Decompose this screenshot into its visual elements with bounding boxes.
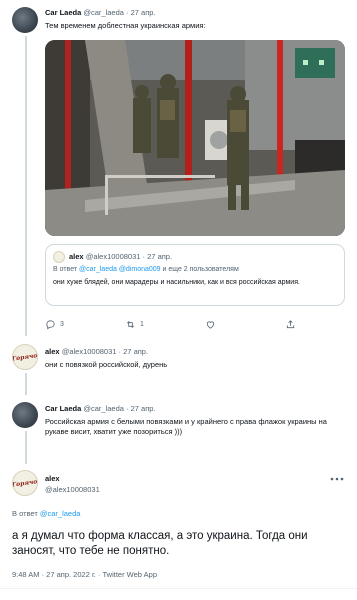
thread-line	[25, 36, 27, 336]
thread-line	[25, 373, 27, 395]
tweet-photo[interactable]	[45, 40, 345, 236]
author-name[interactable]: alex	[45, 347, 60, 356]
avatar[interactable]	[12, 7, 38, 33]
quote-header: alex @alex10008031 · 27 апр.	[69, 252, 172, 261]
tweet-header: Car Laeda @car_laeda · 27 апр.	[45, 404, 156, 413]
quote-avatar	[53, 251, 65, 263]
dot-separator: ·	[118, 347, 122, 356]
thread-line	[25, 431, 27, 464]
quoted-tweet[interactable]: alex @alex10008031 · 27 апр. В ответ @ca…	[45, 244, 345, 306]
retweet-count: 1	[140, 320, 144, 328]
divider	[0, 588, 357, 589]
like-button[interactable]	[205, 318, 216, 330]
author-handle[interactable]: @alex10008031	[45, 485, 100, 494]
tweet-timestamp[interactable]: 9:48 AM · 27 апр. 2022 г. · Twitter Web …	[12, 570, 157, 579]
avatar-logo-text: Горячо	[12, 351, 38, 363]
quote-date: 27 апр.	[147, 252, 173, 261]
reply-context: В ответ @car_laeda	[12, 509, 80, 518]
retweet-button[interactable]: 1	[125, 318, 144, 330]
reply-icon	[46, 319, 55, 329]
author-name[interactable]: Car Laeda	[45, 404, 81, 413]
avatar[interactable]: Горячо	[12, 470, 38, 496]
main-tweet-text: а я думал что форма классая, а это украи…	[12, 530, 308, 557]
tweet-date[interactable]: 27 апр.	[131, 8, 156, 17]
avatar[interactable]: Горячо	[12, 344, 38, 370]
author-handle[interactable]: @car_laeda	[83, 404, 124, 413]
quote-author-name: alex	[69, 252, 84, 261]
tweet-car-laeda-2[interactable]: Car Laeda @car_laeda · 27 апр. Российска…	[0, 398, 357, 464]
dot-separator: ·	[126, 404, 129, 413]
dot-separator: ·	[142, 252, 146, 261]
like-icon	[206, 320, 215, 329]
tweet-text: Тем временем доблестная украинская армия…	[45, 21, 206, 30]
share-icon	[286, 319, 295, 328]
tweet-text: Российская армия с белыми повязками и у …	[45, 417, 327, 436]
tweet-car-laeda-1[interactable]: Car Laeda @car_laeda · 27 апр. Тем време…	[0, 0, 357, 338]
tweet-header: alex @alex10008031 · 27 апр.	[45, 347, 148, 356]
quote-author-handle: @alex10008031	[85, 252, 141, 261]
reply-prefix: В ответ	[53, 266, 78, 273]
dot-separator: ·	[126, 8, 129, 17]
reply-prefix: В ответ	[12, 509, 38, 518]
quote-text: они хуже блядей, они марадеры и насильни…	[53, 279, 300, 286]
author-name[interactable]: Car Laeda	[45, 8, 81, 17]
reply-suffix: и еще 2 пользователям	[162, 266, 239, 273]
reply-button[interactable]: 3	[45, 318, 64, 330]
author-handle[interactable]: @car_laeda	[83, 8, 124, 17]
tweet-header: Car Laeda @car_laeda · 27 апр.	[45, 8, 156, 17]
reply-count: 3	[60, 320, 64, 328]
avatar-logo-text: Горячо	[12, 477, 38, 489]
author-name[interactable]: alex	[45, 474, 60, 483]
quote-reply-context: В ответ @car_laeda @dimona009 и еще 2 по…	[53, 266, 239, 273]
share-button[interactable]	[285, 318, 296, 330]
tweet-text: они с повязкой российской, дурень	[45, 360, 168, 369]
tweet-alex-reply[interactable]: Горячо alex @alex10008031 · 27 апр. они …	[0, 340, 357, 396]
retweet-icon	[126, 320, 135, 328]
reply-user-link[interactable]: @car_laeda	[40, 509, 81, 518]
soldiers-photo	[45, 40, 345, 236]
more-icon[interactable]	[330, 476, 344, 482]
tweet-date[interactable]: 27 апр.	[131, 404, 156, 413]
author-handle[interactable]: @alex10008031	[62, 347, 117, 356]
avatar[interactable]	[12, 402, 38, 428]
tweet-actions: 3 1	[45, 318, 305, 330]
reply-users-link[interactable]: @car_laeda @dimona009	[79, 266, 161, 273]
tweet-date[interactable]: 27 апр.	[123, 347, 148, 356]
